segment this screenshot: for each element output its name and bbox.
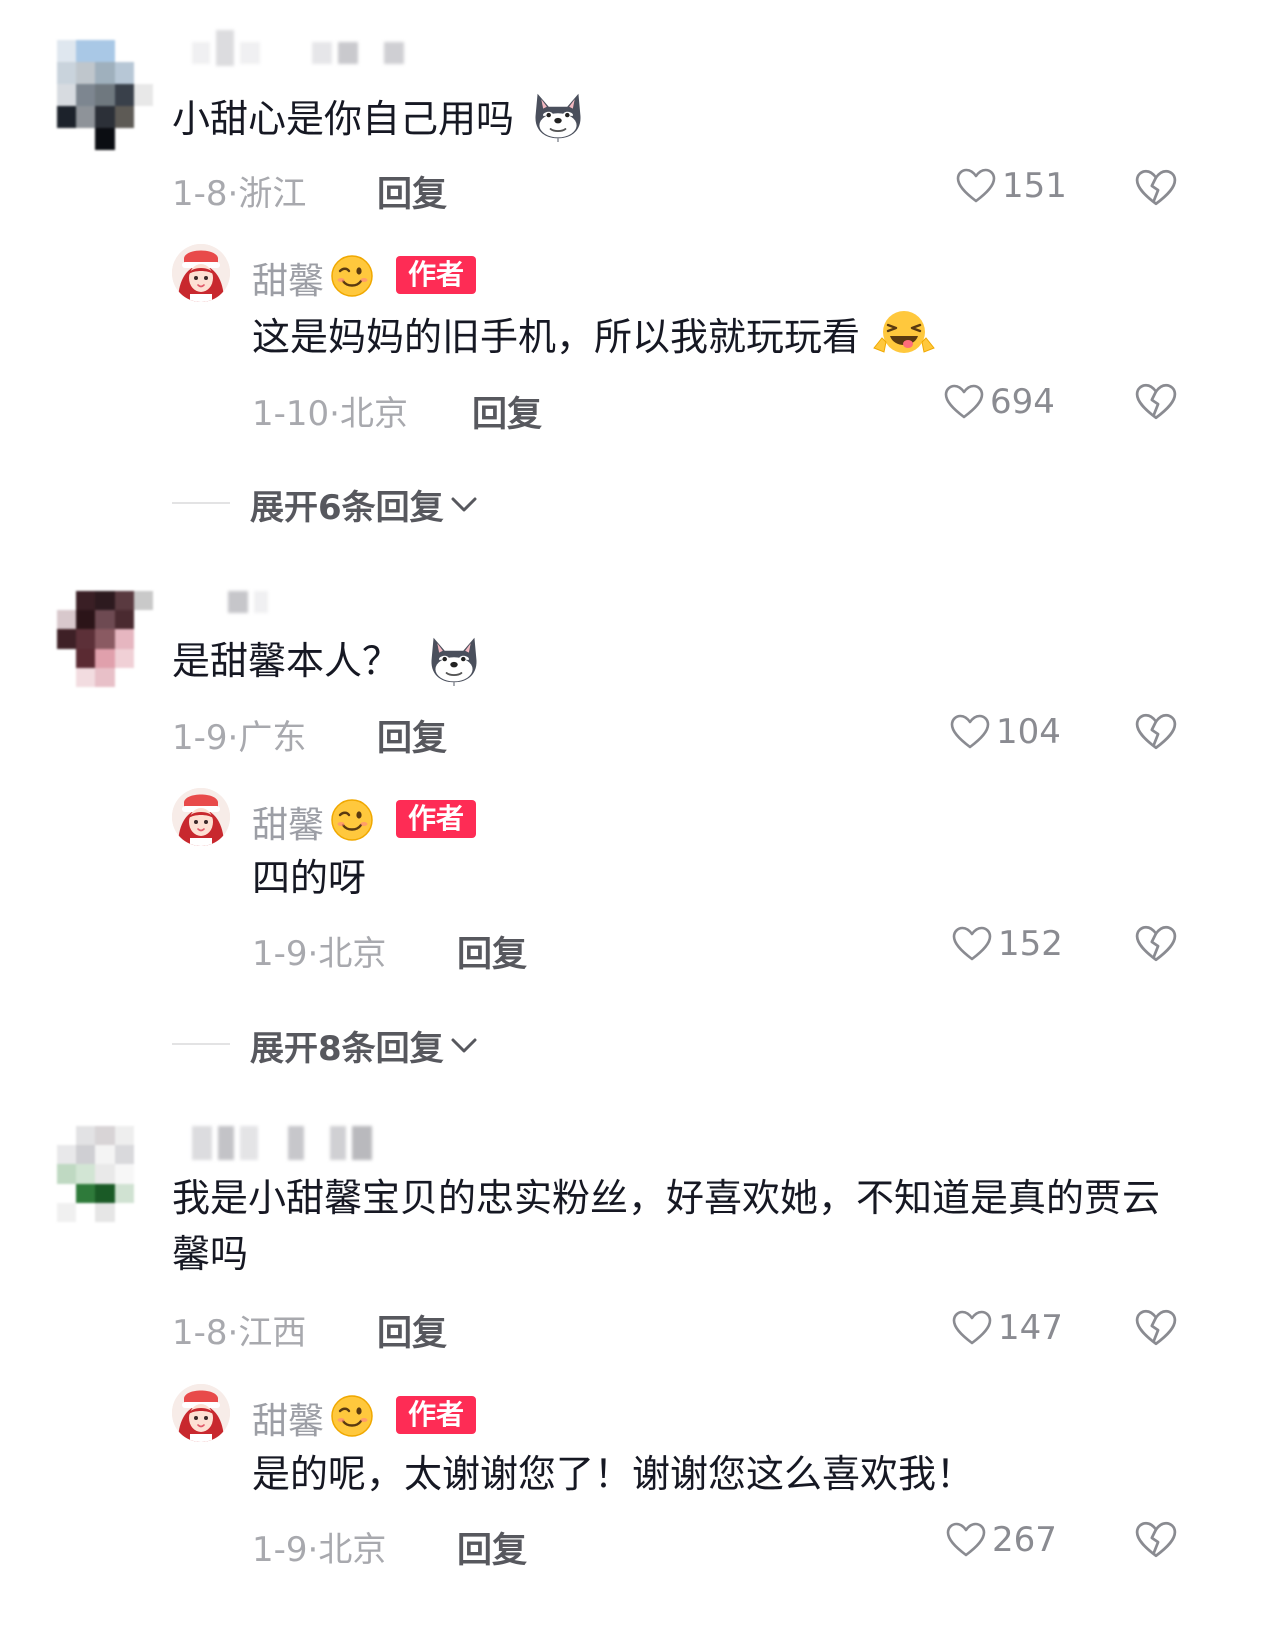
heart-icon (946, 1522, 986, 1558)
laughing-tongue-emoji (872, 308, 936, 360)
comment-meta: 1-8·浙江 (172, 174, 307, 214)
author-name[interactable]: 甜馨 (252, 796, 324, 848)
author-name[interactable]: 甜馨 (252, 252, 324, 304)
commenter-avatar[interactable] (57, 40, 153, 150)
husky-dog-emoji (530, 90, 586, 142)
expand-replies-button[interactable]: 展开8条回复 (250, 1021, 478, 1070)
commenter-avatar[interactable] (57, 591, 153, 687)
reply-text: 四的呀 (252, 856, 367, 900)
reply-meta: 1-9·北京 (252, 934, 387, 974)
wink-emoji (330, 254, 374, 298)
reply-button[interactable]: 回复 (377, 1305, 447, 1356)
heart-icon (952, 926, 992, 962)
reply-button[interactable]: 回复 (457, 926, 527, 977)
heart-icon (944, 384, 984, 420)
heart-icon (956, 168, 996, 204)
author-name[interactable]: 甜馨 (252, 1392, 324, 1444)
author-avatar[interactable] (172, 788, 230, 846)
chevron-down-icon (450, 1037, 478, 1055)
commenter-name-redacted (228, 591, 268, 613)
heart-icon (952, 1310, 992, 1346)
like-button[interactable]: 147 (952, 1308, 1063, 1348)
reply-text: 这是妈妈的旧手机，所以我就玩玩看 (252, 308, 936, 365)
like-button[interactable]: 152 (952, 924, 1063, 964)
commenter-name-redacted (192, 30, 404, 66)
comment-text: 我是小甜馨宝贝的忠实粉丝，好喜欢她，不知道是真的贾云馨吗 (172, 1176, 1161, 1276)
like-count: 694 (990, 382, 1055, 422)
dislike-icon[interactable] (1135, 1520, 1177, 1560)
author-badge: 作者 (396, 256, 477, 294)
reply-button[interactable]: 回复 (377, 166, 447, 217)
chevron-down-icon (450, 496, 478, 514)
comment-text: 小甜心是你自己用吗 (172, 90, 586, 147)
divider (172, 1043, 230, 1045)
dislike-icon[interactable] (1135, 712, 1177, 752)
like-count: 267 (992, 1520, 1057, 1560)
comment-meta: 1-8·江西 (172, 1313, 307, 1353)
husky-dog-emoji (426, 634, 482, 686)
divider (172, 502, 230, 504)
commenter-name-redacted (192, 1126, 372, 1160)
dislike-icon[interactable] (1135, 924, 1177, 964)
like-count: 147 (998, 1308, 1063, 1348)
author-badge: 作者 (396, 800, 477, 838)
like-count: 151 (1002, 166, 1067, 206)
wink-emoji (330, 1394, 374, 1438)
dislike-icon[interactable] (1135, 382, 1177, 422)
like-button[interactable]: 104 (950, 712, 1061, 752)
like-button[interactable]: 694 (944, 382, 1055, 422)
author-badge: 作者 (396, 1396, 477, 1434)
comment-meta: 1-9·广东 (172, 718, 307, 758)
reply-meta: 1-10·北京 (252, 394, 408, 434)
wink-emoji (330, 798, 374, 842)
expand-replies-button[interactable]: 展开6条回复 (250, 480, 478, 529)
like-button[interactable]: 151 (956, 166, 1067, 206)
reply-text: 是的呢，太谢谢您了！谢谢您这么喜欢我！ (252, 1452, 975, 1496)
reply-button[interactable]: 回复 (472, 386, 542, 437)
like-count: 152 (998, 924, 1063, 964)
reply-button[interactable]: 回复 (377, 710, 447, 761)
reply-button[interactable]: 回复 (457, 1522, 527, 1573)
author-avatar[interactable] (172, 1384, 230, 1442)
commenter-avatar[interactable] (57, 1126, 153, 1222)
heart-icon (950, 714, 990, 750)
comment-text: 是甜馨本人？ (172, 633, 482, 689)
dislike-icon[interactable] (1135, 168, 1177, 208)
author-avatar[interactable] (172, 244, 230, 302)
like-button[interactable]: 267 (946, 1520, 1057, 1560)
reply-meta: 1-9·北京 (252, 1530, 387, 1570)
dislike-icon[interactable] (1135, 1308, 1177, 1348)
like-count: 104 (996, 712, 1061, 752)
